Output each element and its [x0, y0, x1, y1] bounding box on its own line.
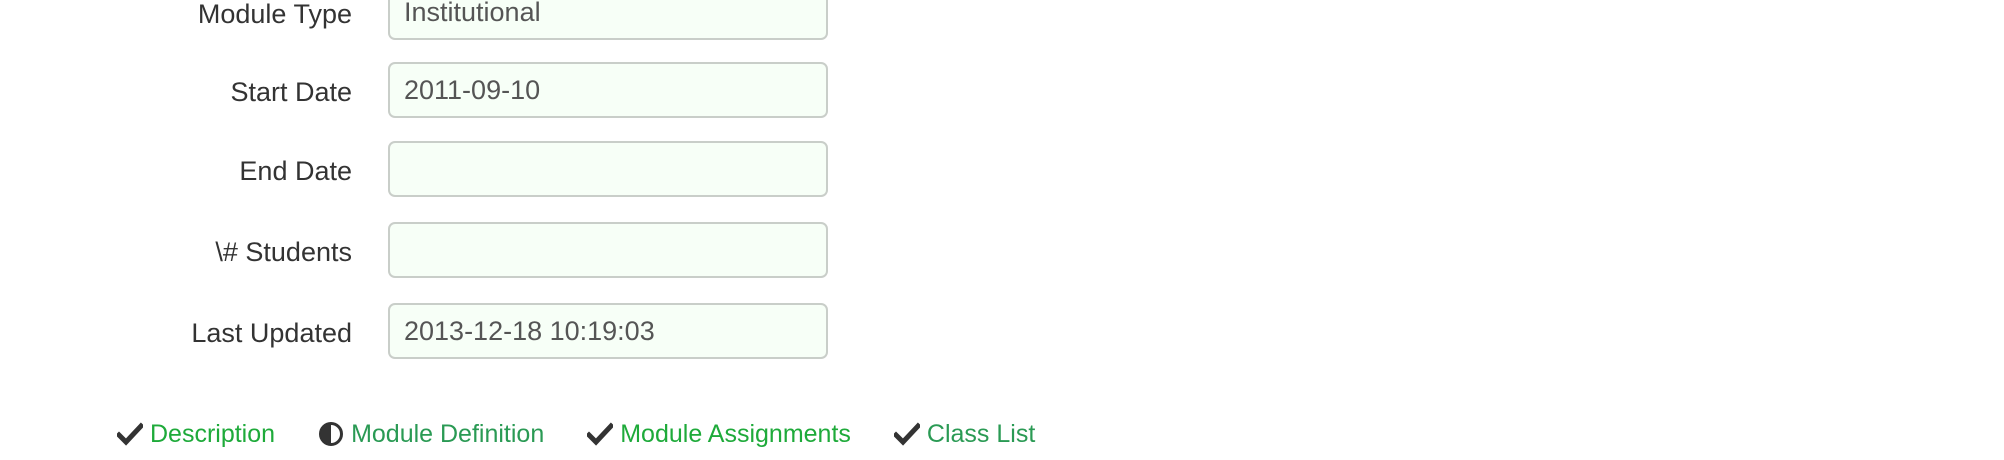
start-date-label: Start Date [230, 77, 352, 107]
half-circle-icon [317, 420, 345, 448]
class-list-link[interactable]: Class List [927, 420, 1035, 449]
module-assignments-link[interactable]: Module Assignments [620, 420, 851, 449]
description-link[interactable]: Description [150, 420, 275, 449]
module-type-label: Module Type [197, 0, 352, 29]
students-label: \# Students [215, 237, 352, 267]
form-row-end-date: End Date [0, 141, 840, 201]
end-date-field[interactable] [388, 141, 828, 197]
checkmark-icon [586, 420, 614, 448]
last-updated-field[interactable]: 2013-12-18 10:19:03 [388, 303, 828, 359]
end-date-label: End Date [239, 156, 352, 186]
status-item-class-list[interactable]: Class List [893, 420, 1035, 449]
status-item-module-definition[interactable]: Module Definition [317, 420, 544, 449]
module-definition-link[interactable]: Module Definition [351, 420, 544, 449]
module-status-bar: Description Module Definition Module Ass… [116, 414, 1077, 454]
form-row-last-updated: Last Updated 2013-12-18 10:19:03 [0, 303, 840, 363]
status-item-description[interactable]: Description [116, 420, 275, 449]
checkmark-icon [893, 420, 921, 448]
start-date-field[interactable]: 2011-09-10 [388, 62, 828, 118]
status-item-module-assignments[interactable]: Module Assignments [586, 420, 851, 449]
students-field[interactable] [388, 222, 828, 278]
form-row-students: \# Students [0, 222, 840, 282]
checkmark-icon [116, 420, 144, 448]
form-row-module-type: Module Type Institutional [0, 0, 840, 44]
module-type-field[interactable]: Institutional [388, 0, 828, 40]
form-row-start-date: Start Date 2011-09-10 [0, 62, 840, 122]
last-updated-label: Last Updated [191, 318, 352, 348]
